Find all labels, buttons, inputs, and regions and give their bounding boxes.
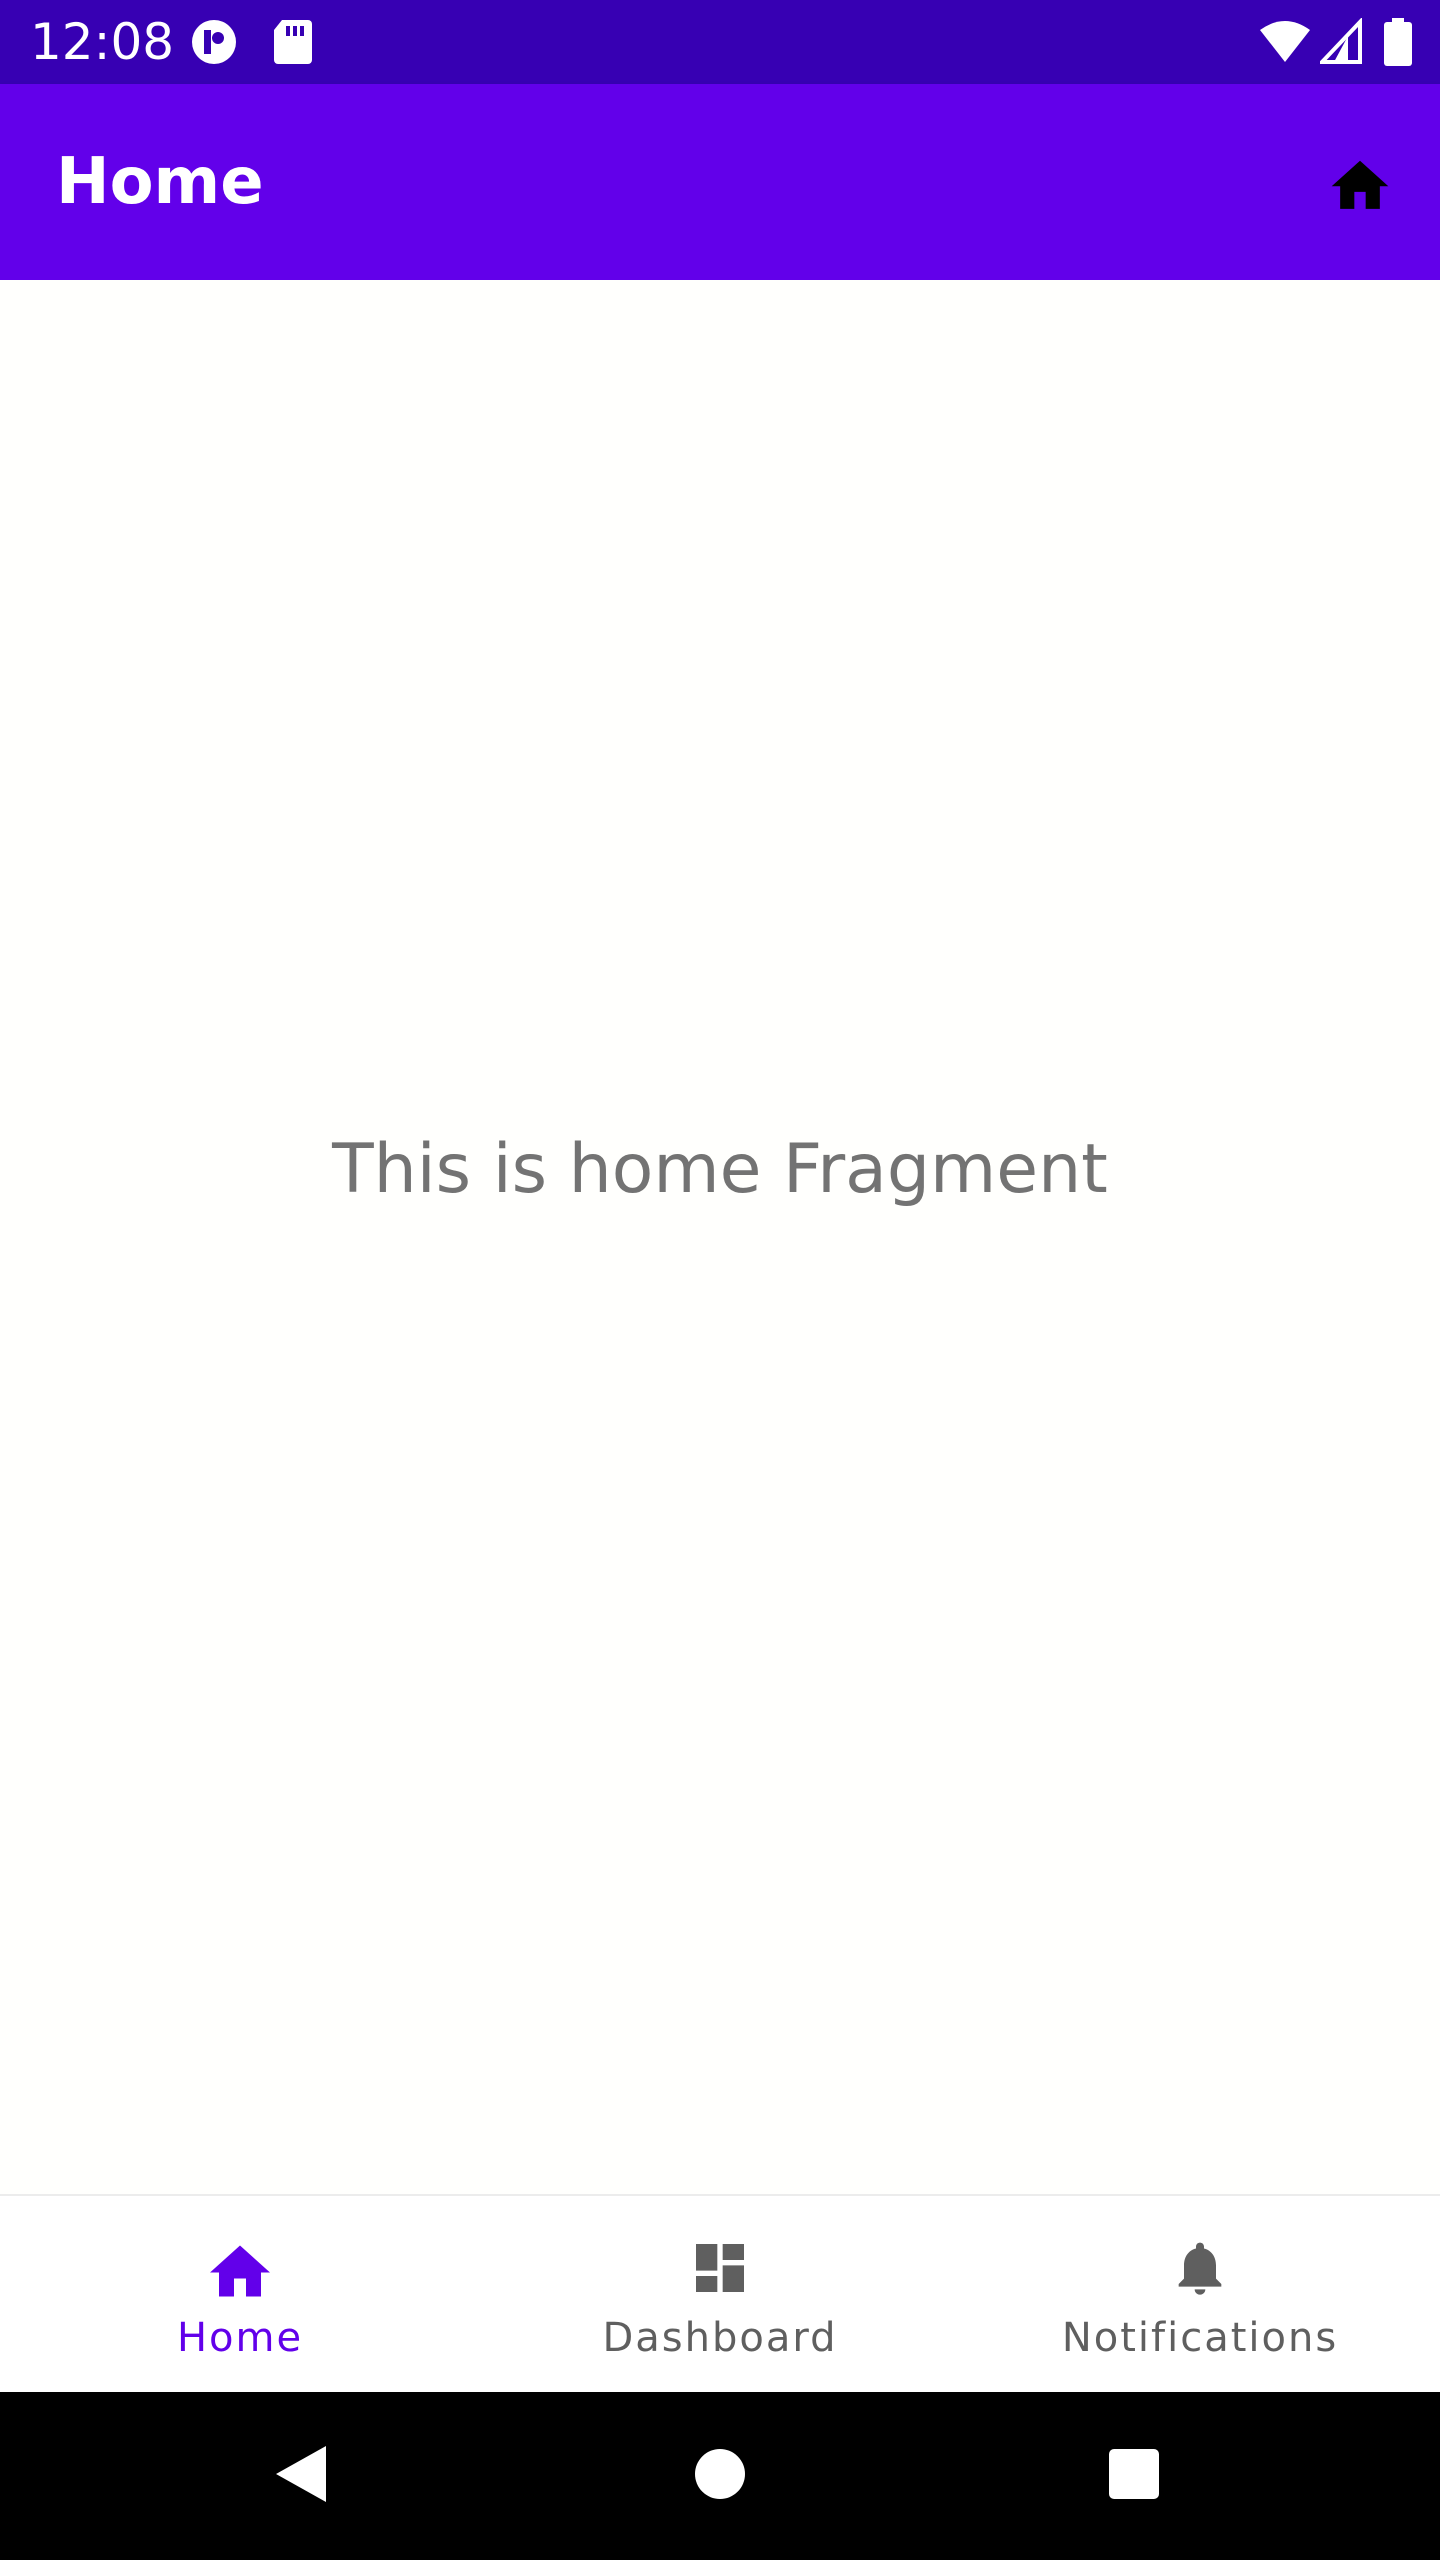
system-navigation-bar [0,2392,1440,2560]
nav-item-home[interactable]: Home [0,2196,480,2394]
battery-icon [1384,18,1412,66]
system-back-button[interactable] [260,2436,340,2516]
app-bar: Home [0,84,1440,280]
home-action-button[interactable] [1320,144,1400,224]
app-notification-icon [190,18,238,66]
nav-label-notifications: Notifications [1061,2315,1339,2361]
fragment-message: This is home Fragment [332,1130,1108,1209]
recents-icon [1108,2448,1160,2505]
app-bar-title: Home [56,145,264,219]
nav-label-home: Home [176,2315,304,2361]
bell-icon [1164,2232,1236,2304]
home-icon [204,2232,276,2304]
cellular-signal-icon [1317,16,1362,66]
sd-card-icon [272,18,320,66]
home-circle-icon [694,2448,746,2505]
nav-label-dashboard: Dashboard [602,2315,838,2361]
status-bar: 12:08 [0,0,1440,84]
nav-item-notifications[interactable]: Notifications [960,2196,1440,2394]
bottom-navigation: Home Dashboard Notifications [0,2194,1440,2394]
system-recents-button[interactable] [1094,2436,1174,2516]
system-home-button[interactable] [680,2436,760,2516]
dashboard-icon [684,2232,756,2304]
screen: 12:08 Home This is home Fragment Home Da… [0,0,1440,2560]
home-fragment: This is home Fragment [0,280,1440,2194]
status-time: 12:08 [30,13,175,71]
home-icon [1326,152,1394,217]
nav-item-dashboard[interactable]: Dashboard [480,2196,960,2394]
back-icon [272,2444,328,2509]
wifi-icon [1258,18,1312,66]
